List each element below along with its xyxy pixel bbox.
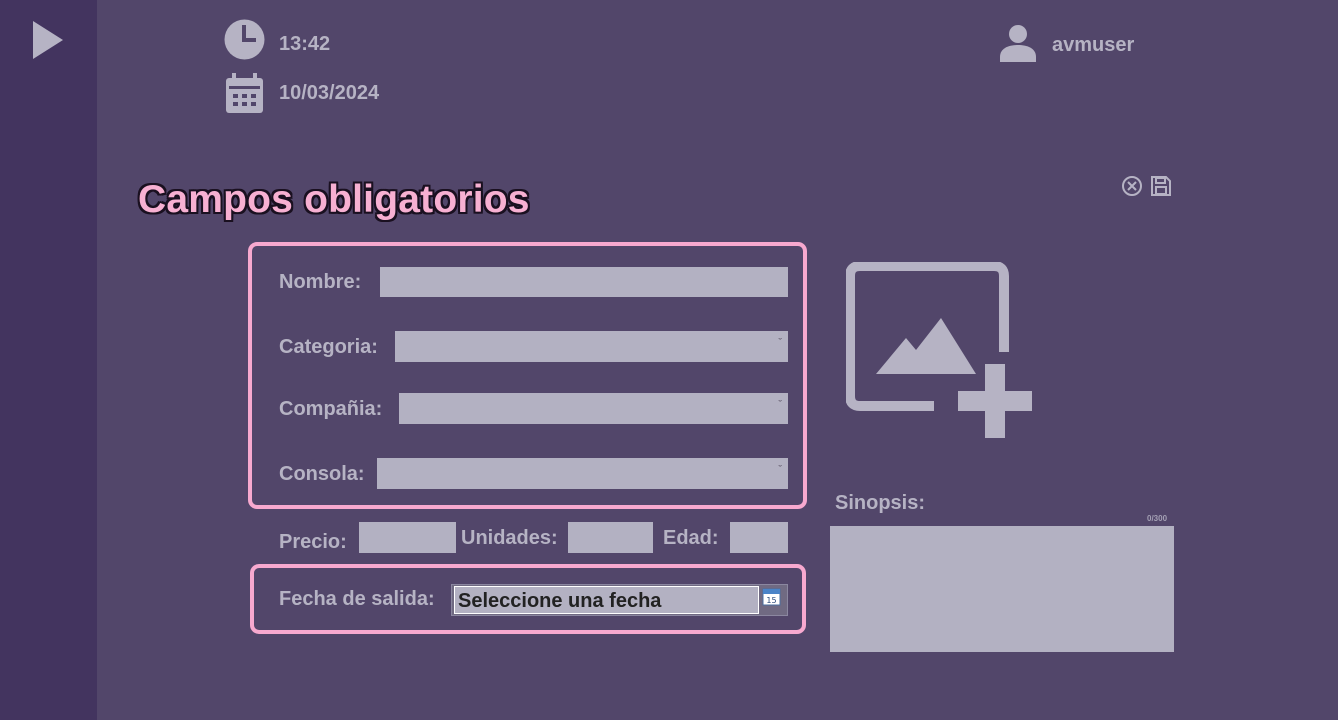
compania-label: Compañia: bbox=[279, 398, 383, 420]
compania-select[interactable]: ˇ bbox=[399, 393, 788, 424]
unidades-input[interactable] bbox=[568, 522, 653, 553]
chevron-down-icon: ˇ bbox=[778, 337, 782, 349]
fecha-label: Fecha de salida: bbox=[279, 588, 435, 610]
sinopsis-textarea[interactable] bbox=[830, 526, 1174, 652]
play-icon[interactable] bbox=[31, 19, 65, 61]
categoria-select[interactable]: ˇ bbox=[395, 331, 788, 362]
unidades-label: Unidades: bbox=[461, 527, 558, 549]
release-date-value[interactable]: Seleccione una fecha bbox=[454, 586, 759, 614]
edad-input[interactable] bbox=[730, 522, 788, 553]
chevron-down-icon: ˇ bbox=[778, 464, 782, 476]
precio-label: Precio: bbox=[279, 531, 347, 553]
sinopsis-label: Sinopsis: bbox=[835, 492, 926, 514]
current-time: 13:42 bbox=[279, 33, 331, 55]
nombre-label: Nombre: bbox=[279, 271, 362, 293]
precio-input[interactable] bbox=[359, 522, 456, 553]
edad-label: Edad: bbox=[663, 527, 719, 549]
calendar-icon bbox=[226, 73, 263, 113]
page-title: Campos obligatorios bbox=[138, 178, 530, 221]
consola-select[interactable]: ˇ bbox=[377, 458, 788, 489]
close-circle-icon[interactable] bbox=[1121, 175, 1143, 197]
chevron-down-icon: ˇ bbox=[778, 399, 782, 411]
categoria-label: Categoria: bbox=[279, 336, 378, 358]
username: avmuser bbox=[1052, 34, 1135, 56]
user-icon bbox=[1000, 25, 1036, 62]
save-icon[interactable] bbox=[1150, 175, 1172, 197]
release-date-picker[interactable]: Seleccione una fecha 15 bbox=[451, 584, 788, 616]
current-date: 10/03/2024 bbox=[279, 82, 380, 104]
nombre-input[interactable] bbox=[380, 267, 788, 297]
add-image-icon[interactable] bbox=[846, 262, 1034, 440]
sidebar bbox=[0, 0, 97, 720]
calendar-picker-icon[interactable]: 15 bbox=[762, 587, 781, 606]
svg-text:15: 15 bbox=[766, 596, 776, 605]
consola-label: Consola: bbox=[279, 463, 365, 485]
sinopsis-char-counter: 0/300 bbox=[1147, 514, 1168, 523]
clock-icon bbox=[224, 19, 265, 60]
